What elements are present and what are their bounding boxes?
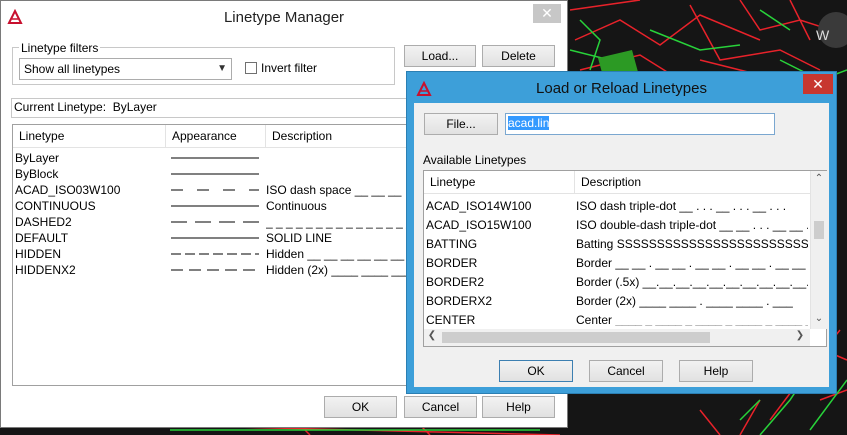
cancel-button[interactable]: Cancel (589, 360, 663, 382)
horizontal-scroll-thumb[interactable] (442, 332, 710, 343)
linetype-appearance-swatch (171, 157, 259, 159)
linetype-appearance-swatch (171, 221, 259, 223)
cancel-button[interactable]: Cancel (404, 396, 477, 418)
linetype-appearance-swatch (171, 189, 259, 191)
list-item[interactable]: CENTER Center ____ _ ____ _ ____ _ ____ _… (424, 311, 810, 326)
linetype-description: Center ____ _ ____ _ ____ _ ____ _ ____ … (576, 313, 808, 326)
linetype-description: Batting SSSSSSSSSSSSSSSSSSSSSSSSSSSSSSS (576, 237, 808, 251)
filter-selected-value: Show all linetypes (24, 62, 121, 76)
help-button[interactable]: Help (482, 396, 555, 418)
linetype-name: ByLayer (15, 151, 60, 165)
available-linetype-rows: ACAD_ISO14W100 ISO dash triple-dot __ . .… (424, 171, 810, 326)
delete-button[interactable]: Delete (482, 45, 555, 67)
dialog-body: File... acad.lin Available Linetypes Lin… (414, 103, 829, 387)
table-row[interactable]: ByBlock (13, 166, 412, 182)
list-header: Linetype Appearance Description (13, 125, 412, 148)
dialog-title: Linetype Manager (223, 9, 345, 26)
file-name-value: acad.lin (508, 116, 550, 130)
linetype-appearance-swatch (171, 253, 259, 255)
horizontal-scrollbar[interactable]: ❮ ❯ (424, 329, 810, 346)
vertical-scrollbar[interactable]: ⌃ ⌄ (810, 171, 827, 329)
linetype-description: ISO dash space __ __ __ (266, 183, 402, 197)
list-item[interactable]: ACAD_ISO15W100 ISO double-dash triple-dot… (424, 216, 810, 235)
linetype-appearance-swatch (171, 205, 259, 207)
linetype-name: ByBlock (15, 167, 59, 181)
file-button[interactable]: File... (424, 113, 498, 135)
linetype-name: BORDER2 (426, 275, 485, 289)
linetype-description: Hidden __ __ __ __ __ __ __ (266, 247, 412, 261)
linetype-filters-label: Linetype filters (19, 41, 101, 55)
linetype-name: ACAD_ISO14W100 (426, 199, 532, 213)
vertical-scroll-thumb[interactable] (814, 221, 824, 239)
table-row[interactable]: HIDDEN Hidden __ __ __ __ __ __ __ (13, 246, 412, 262)
file-name-field[interactable]: acad.lin (505, 113, 775, 135)
column-header-linetype[interactable]: Linetype (13, 125, 166, 147)
available-linetypes-label: Available Linetypes (423, 153, 527, 167)
table-row[interactable]: DASHED2 _ _ _ _ _ _ _ _ _ _ _ _ _ _ _ _ _ (13, 214, 412, 230)
watermark-letter: W (816, 27, 830, 43)
linetype-description: _ _ _ _ _ _ _ _ _ _ _ _ _ _ _ _ _ (266, 215, 412, 229)
linetype-name: ACAD_ISO15W100 (426, 218, 532, 232)
linetype-description: Continuous (266, 199, 327, 213)
table-row[interactable]: CONTINUOUS Continuous (13, 198, 412, 214)
linetype-filter-dropdown[interactable]: Show all linetypes ▼ (19, 58, 232, 80)
scroll-left-icon[interactable]: ❮ (424, 330, 440, 341)
linetype-name: BORDERX2 (426, 294, 493, 308)
linetype-description: Border (2x) ____ ____ . ____ ____ . ___ (576, 294, 793, 308)
list-item[interactable]: BORDERX2 Border (2x) ____ ____ . ____ ___… (424, 292, 810, 311)
linetype-name: HIDDEN (15, 247, 62, 261)
table-row[interactable]: ACAD_ISO03W100 ISO dash space __ __ __ (13, 182, 412, 198)
ok-button[interactable]: OK (324, 396, 397, 418)
linetype-description: Border (.5x) __.__.__.__.__.__.__.__.__.… (576, 275, 808, 289)
linetype-description: Border __ __ . __ __ . __ __ . __ __ . _… (576, 256, 808, 270)
help-button[interactable]: Help (679, 360, 753, 382)
close-button[interactable]: ✕ (803, 74, 833, 94)
chevron-down-icon: ▼ (217, 63, 227, 74)
linetype-description: Hidden (2x) ____ ____ ____ (266, 263, 412, 277)
linetype-list[interactable]: Linetype Appearance Description ByLayer B… (12, 124, 412, 386)
linetype-name: DASHED2 (15, 215, 72, 229)
linetype-name: CENTER (426, 313, 476, 326)
current-linetype-value: ByLayer (112, 100, 157, 114)
ok-button[interactable]: OK (499, 360, 573, 382)
load-reload-linetypes-dialog: Load or Reload Linetypes ✕ File... acad.… (406, 71, 837, 394)
list-item[interactable]: BORDER Border __ __ . __ __ . __ __ . __ … (424, 254, 810, 273)
scroll-down-icon[interactable]: ⌄ (811, 313, 827, 324)
close-button[interactable]: ✕ (533, 4, 561, 23)
list-item[interactable]: BORDER2 Border (.5x) __.__.__.__.__.__.__… (424, 273, 810, 292)
dialog-title: Load or Reload Linetypes (536, 80, 707, 97)
current-linetype-label: Current Linetype: ByLayer (14, 100, 157, 114)
table-row[interactable]: HIDDENX2 Hidden (2x) ____ ____ ____ (13, 262, 412, 278)
available-linetypes-list[interactable]: Linetype Description ACAD_ISO14W100 ISO d… (423, 170, 827, 347)
linetype-name: BATTING (426, 237, 478, 251)
table-row[interactable]: DEFAULT SOLID LINE (13, 230, 412, 246)
linetype-name: CONTINUOUS (15, 199, 96, 213)
column-header-appearance[interactable]: Appearance (166, 125, 266, 147)
list-item[interactable]: BATTING Batting SSSSSSSSSSSSSSSSSSSSSSSSS… (424, 235, 810, 254)
load-button[interactable]: Load... (404, 45, 476, 67)
linetype-appearance-swatch (171, 173, 259, 175)
invert-filter-checkbox[interactable] (245, 62, 257, 74)
linetype-name: HIDDENX2 (15, 263, 76, 277)
linetype-appearance-swatch (171, 269, 259, 271)
column-header-description[interactable]: Description (266, 125, 426, 147)
invert-filter-label: Invert filter (261, 61, 318, 75)
linetype-name: ACAD_ISO03W100 (15, 183, 121, 197)
scroll-right-icon[interactable]: ❯ (792, 330, 808, 341)
linetype-name: BORDER (426, 256, 478, 270)
scroll-up-icon[interactable]: ⌃ (811, 173, 827, 184)
linetype-appearance-swatch (171, 237, 259, 239)
list-item[interactable]: ACAD_ISO14W100 ISO dash triple-dot __ . .… (424, 197, 810, 216)
table-row[interactable]: ByLayer (13, 150, 412, 166)
linetype-description: ISO dash triple-dot __ . . . __ . . . __… (576, 199, 787, 213)
linetype-description: SOLID LINE (266, 231, 333, 245)
linetype-description: ISO double-dash triple-dot __ __ . . . _… (576, 218, 808, 232)
linetype-name: DEFAULT (15, 231, 69, 245)
